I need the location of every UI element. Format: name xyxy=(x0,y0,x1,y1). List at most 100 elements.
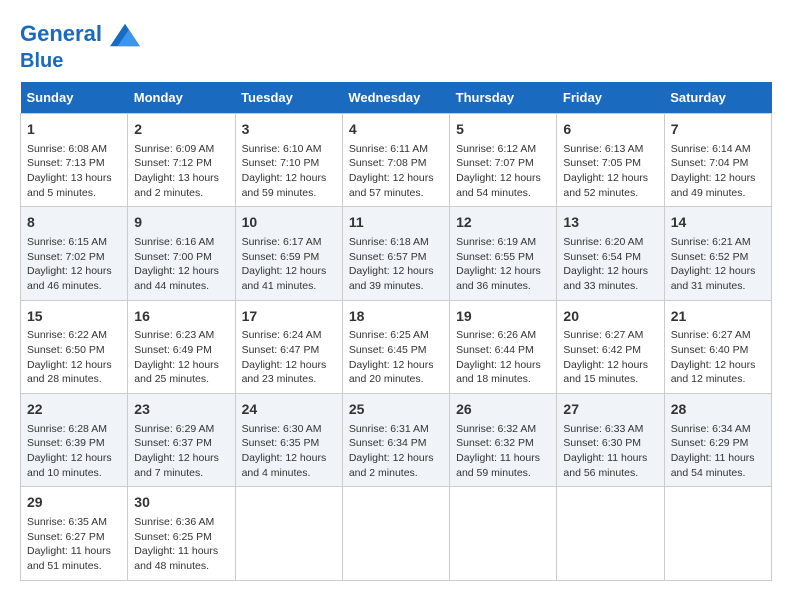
day-info: and 31 minutes. xyxy=(671,279,765,294)
day-number: 20 xyxy=(563,307,657,327)
day-number: 15 xyxy=(27,307,121,327)
day-info: Sunset: 6:27 PM xyxy=(27,530,121,545)
week-row-5: 29Sunrise: 6:35 AMSunset: 6:27 PMDayligh… xyxy=(21,487,772,580)
day-number: 17 xyxy=(242,307,336,327)
calendar-cell xyxy=(450,487,557,580)
day-info: Daylight: 12 hours xyxy=(671,358,765,373)
day-number: 27 xyxy=(563,400,657,420)
day-info: and 23 minutes. xyxy=(242,372,336,387)
day-info: and 59 minutes. xyxy=(456,466,550,481)
calendar-cell: 18Sunrise: 6:25 AMSunset: 6:45 PMDayligh… xyxy=(342,300,449,393)
day-number: 14 xyxy=(671,213,765,233)
day-info: Daylight: 12 hours xyxy=(563,358,657,373)
calendar-cell: 21Sunrise: 6:27 AMSunset: 6:40 PMDayligh… xyxy=(664,300,771,393)
calendar-cell: 10Sunrise: 6:17 AMSunset: 6:59 PMDayligh… xyxy=(235,207,342,300)
day-number: 25 xyxy=(349,400,443,420)
calendar-cell: 5Sunrise: 6:12 AMSunset: 7:07 PMDaylight… xyxy=(450,114,557,207)
day-info: and 15 minutes. xyxy=(563,372,657,387)
day-number: 6 xyxy=(563,120,657,140)
day-info: Sunset: 6:35 PM xyxy=(242,436,336,451)
calendar-cell: 14Sunrise: 6:21 AMSunset: 6:52 PMDayligh… xyxy=(664,207,771,300)
day-info: Daylight: 12 hours xyxy=(134,264,228,279)
day-info: Daylight: 12 hours xyxy=(563,264,657,279)
day-info: Daylight: 11 hours xyxy=(134,544,228,559)
day-info: and 41 minutes. xyxy=(242,279,336,294)
day-info: Sunrise: 6:27 AM xyxy=(671,328,765,343)
day-info: and 54 minutes. xyxy=(456,186,550,201)
day-info: Daylight: 11 hours xyxy=(27,544,121,559)
day-number: 9 xyxy=(134,213,228,233)
day-info: Sunset: 6:42 PM xyxy=(563,343,657,358)
day-info: Sunset: 6:44 PM xyxy=(456,343,550,358)
day-info: and 51 minutes. xyxy=(27,559,121,574)
calendar-cell: 28Sunrise: 6:34 AMSunset: 6:29 PMDayligh… xyxy=(664,394,771,487)
day-info: Sunrise: 6:30 AM xyxy=(242,422,336,437)
day-info: Daylight: 12 hours xyxy=(27,358,121,373)
day-number: 13 xyxy=(563,213,657,233)
day-info: Sunset: 7:10 PM xyxy=(242,156,336,171)
day-info: Daylight: 12 hours xyxy=(27,451,121,466)
calendar-cell: 12Sunrise: 6:19 AMSunset: 6:55 PMDayligh… xyxy=(450,207,557,300)
calendar-cell: 1Sunrise: 6:08 AMSunset: 7:13 PMDaylight… xyxy=(21,114,128,207)
day-info: and 20 minutes. xyxy=(349,372,443,387)
day-info: Sunrise: 6:29 AM xyxy=(134,422,228,437)
day-info: Sunrise: 6:23 AM xyxy=(134,328,228,343)
calendar-cell: 23Sunrise: 6:29 AMSunset: 6:37 PMDayligh… xyxy=(128,394,235,487)
day-info: Sunset: 6:55 PM xyxy=(456,250,550,265)
calendar-cell: 27Sunrise: 6:33 AMSunset: 6:30 PMDayligh… xyxy=(557,394,664,487)
calendar-cell: 19Sunrise: 6:26 AMSunset: 6:44 PMDayligh… xyxy=(450,300,557,393)
day-info: Sunrise: 6:14 AM xyxy=(671,142,765,157)
day-info: and 46 minutes. xyxy=(27,279,121,294)
day-info: and 2 minutes. xyxy=(349,466,443,481)
day-info: Daylight: 11 hours xyxy=(671,451,765,466)
day-info: Daylight: 12 hours xyxy=(349,451,443,466)
day-info: Sunset: 7:02 PM xyxy=(27,250,121,265)
day-info: Daylight: 12 hours xyxy=(27,264,121,279)
day-number: 22 xyxy=(27,400,121,420)
day-info: Sunset: 6:34 PM xyxy=(349,436,443,451)
day-number: 11 xyxy=(349,213,443,233)
calendar-cell: 25Sunrise: 6:31 AMSunset: 6:34 PMDayligh… xyxy=(342,394,449,487)
day-info: Sunset: 6:29 PM xyxy=(671,436,765,451)
week-row-3: 15Sunrise: 6:22 AMSunset: 6:50 PMDayligh… xyxy=(21,300,772,393)
logo-general: General xyxy=(20,21,102,46)
calendar-cell xyxy=(342,487,449,580)
calendar-cell: 24Sunrise: 6:30 AMSunset: 6:35 PMDayligh… xyxy=(235,394,342,487)
day-info: Sunrise: 6:18 AM xyxy=(349,235,443,250)
calendar-cell: 17Sunrise: 6:24 AMSunset: 6:47 PMDayligh… xyxy=(235,300,342,393)
day-info: Sunset: 6:47 PM xyxy=(242,343,336,358)
day-info: Daylight: 13 hours xyxy=(27,171,121,186)
day-info: Sunset: 7:08 PM xyxy=(349,156,443,171)
day-info: Sunset: 7:04 PM xyxy=(671,156,765,171)
day-info: Sunrise: 6:09 AM xyxy=(134,142,228,157)
day-info: Sunset: 6:39 PM xyxy=(27,436,121,451)
day-info: Sunrise: 6:32 AM xyxy=(456,422,550,437)
calendar-cell: 8Sunrise: 6:15 AMSunset: 7:02 PMDaylight… xyxy=(21,207,128,300)
day-info: and 10 minutes. xyxy=(27,466,121,481)
col-header-monday: Monday xyxy=(128,82,235,114)
day-info: Daylight: 12 hours xyxy=(671,171,765,186)
day-info: Sunrise: 6:25 AM xyxy=(349,328,443,343)
day-info: Daylight: 12 hours xyxy=(349,358,443,373)
day-number: 29 xyxy=(27,493,121,513)
day-number: 30 xyxy=(134,493,228,513)
day-info: Sunset: 7:12 PM xyxy=(134,156,228,171)
day-info: and 5 minutes. xyxy=(27,186,121,201)
day-number: 2 xyxy=(134,120,228,140)
day-info: Sunrise: 6:22 AM xyxy=(27,328,121,343)
calendar-cell: 15Sunrise: 6:22 AMSunset: 6:50 PMDayligh… xyxy=(21,300,128,393)
day-info: Sunrise: 6:17 AM xyxy=(242,235,336,250)
day-info: Daylight: 12 hours xyxy=(134,358,228,373)
calendar-cell: 13Sunrise: 6:20 AMSunset: 6:54 PMDayligh… xyxy=(557,207,664,300)
day-info: Daylight: 12 hours xyxy=(242,171,336,186)
day-number: 21 xyxy=(671,307,765,327)
calendar-cell: 7Sunrise: 6:14 AMSunset: 7:04 PMDaylight… xyxy=(664,114,771,207)
day-info: and 7 minutes. xyxy=(134,466,228,481)
day-info: Sunrise: 6:28 AM xyxy=(27,422,121,437)
day-info: and 39 minutes. xyxy=(349,279,443,294)
day-info: Sunrise: 6:20 AM xyxy=(563,235,657,250)
day-info: Daylight: 12 hours xyxy=(456,264,550,279)
day-number: 23 xyxy=(134,400,228,420)
day-info: Daylight: 13 hours xyxy=(134,171,228,186)
day-info: Daylight: 12 hours xyxy=(349,171,443,186)
